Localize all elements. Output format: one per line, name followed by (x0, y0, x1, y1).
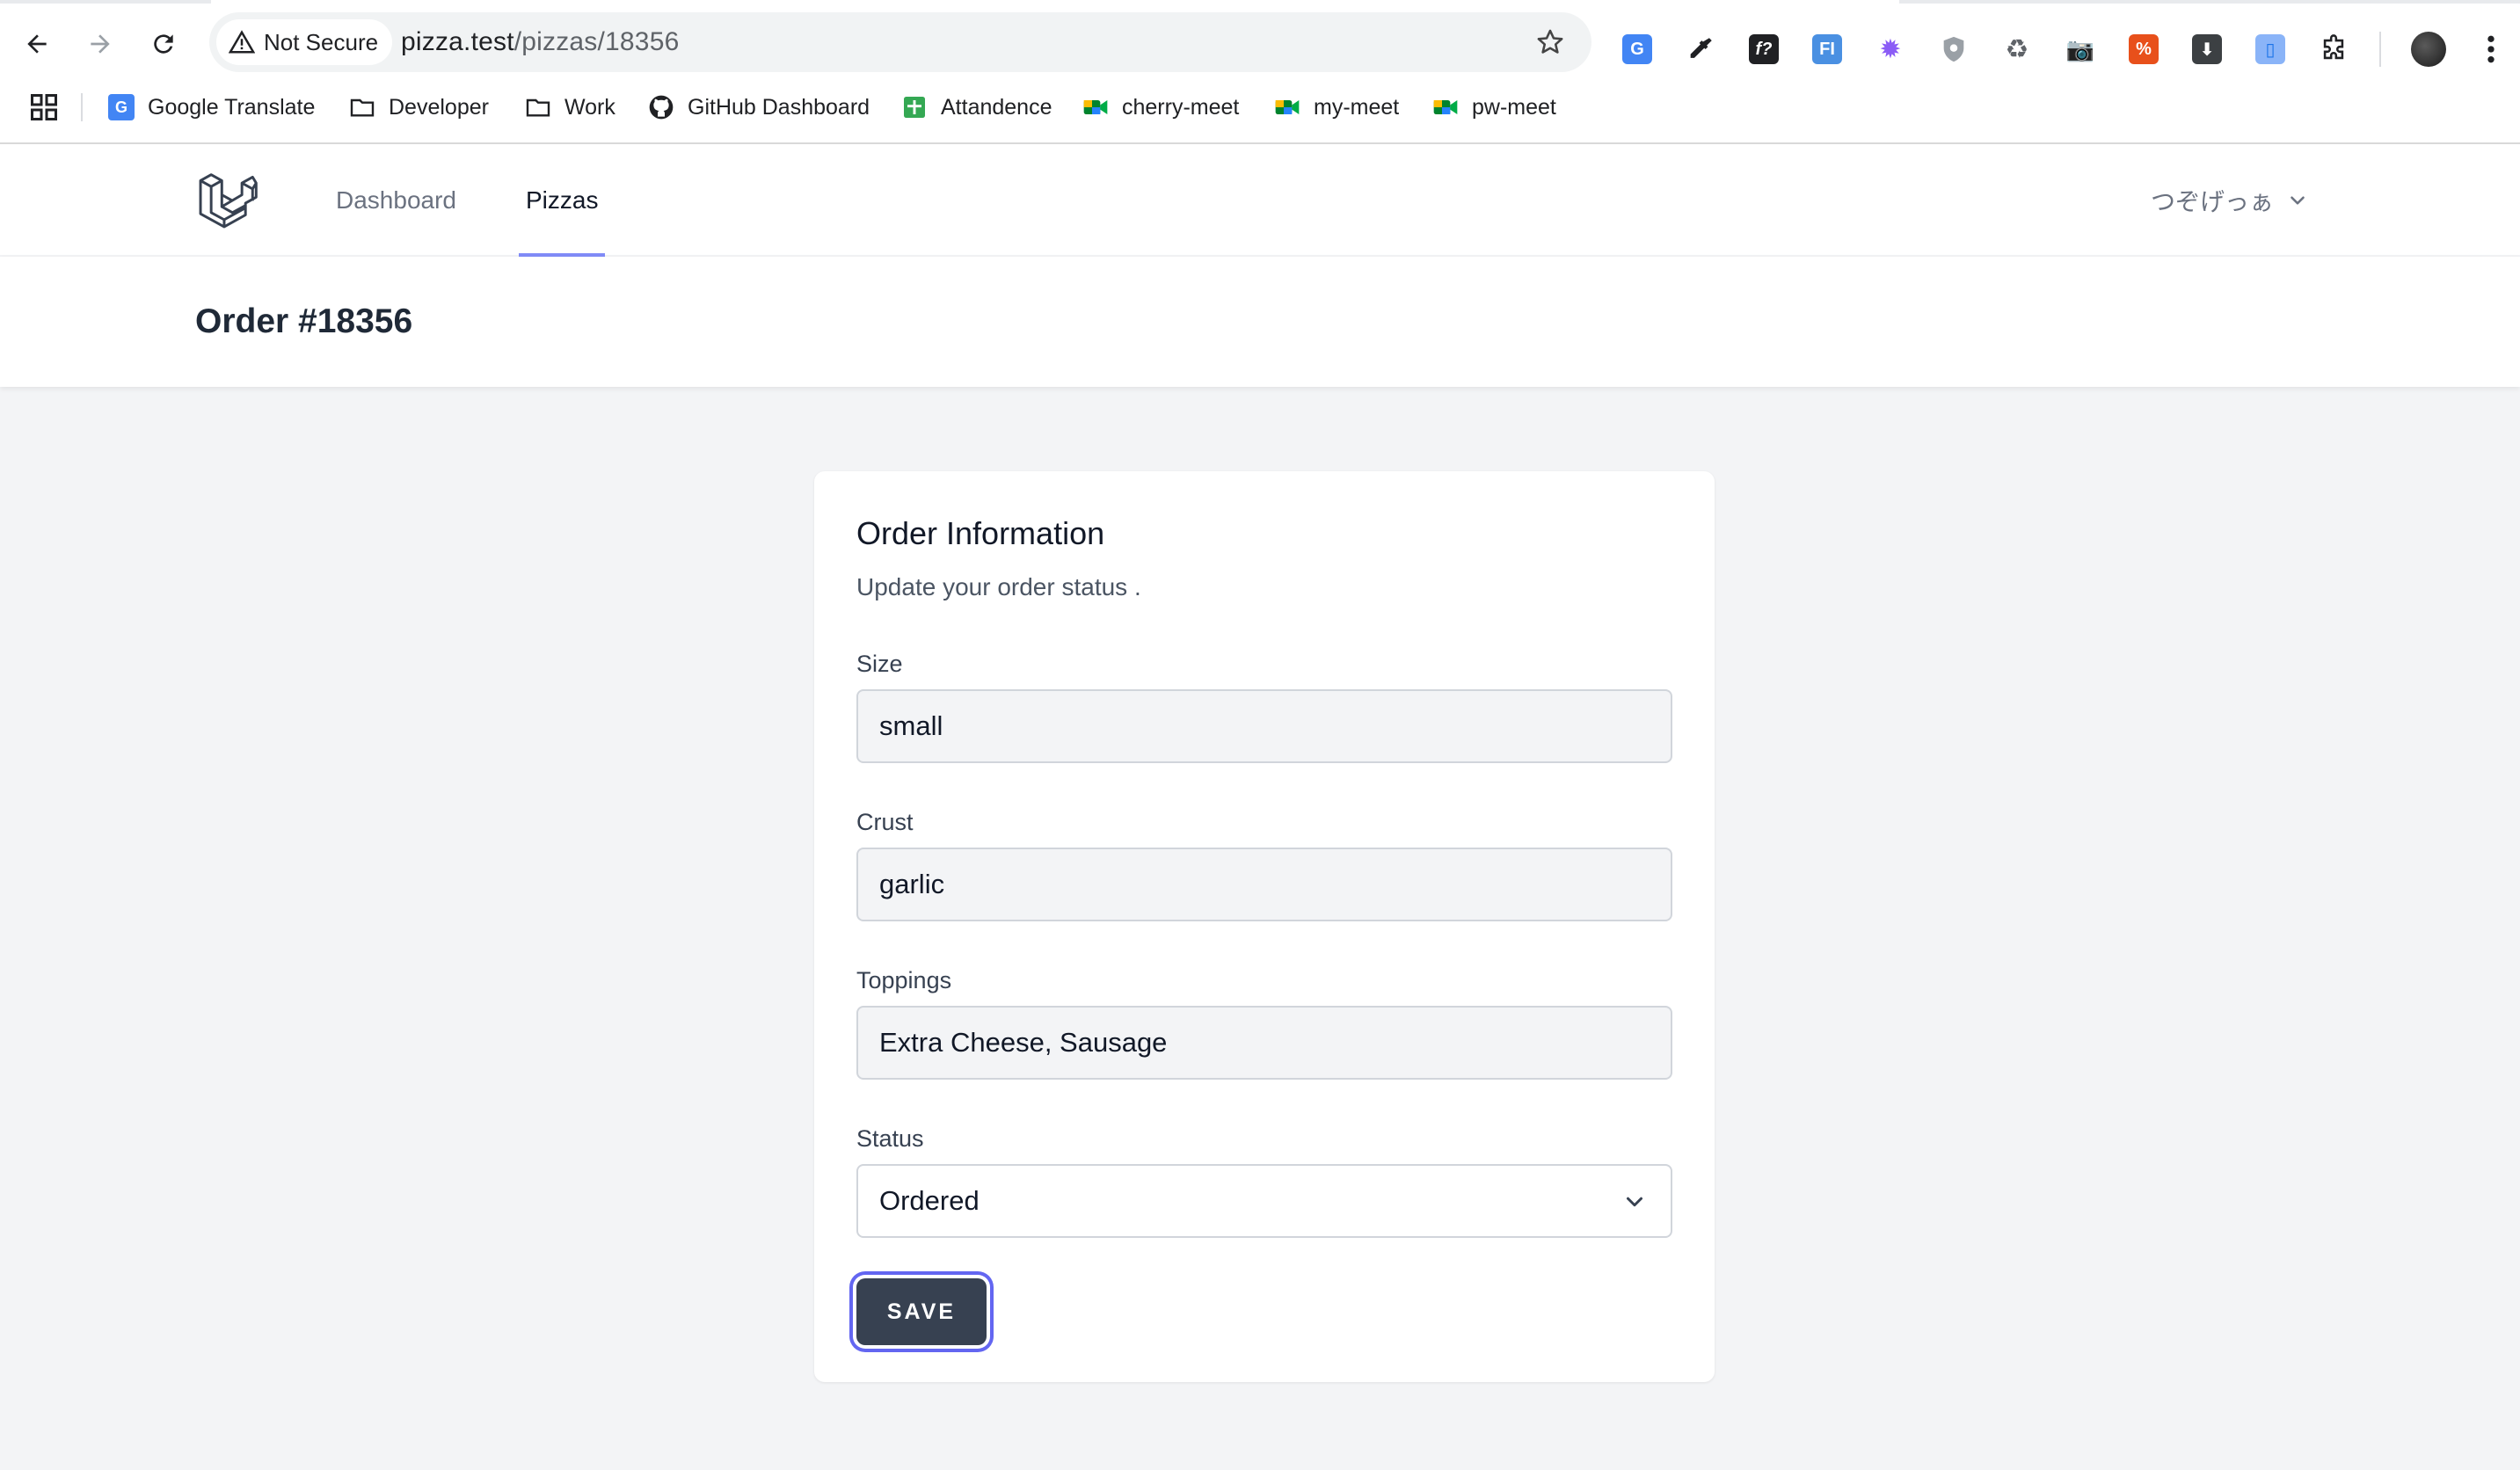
laravel-logo-icon[interactable] (197, 169, 259, 230)
reload-button[interactable] (144, 25, 183, 63)
shield-extension-icon[interactable] (1936, 32, 1971, 67)
security-chip[interactable]: Not Secure (216, 19, 393, 65)
chevron-down-icon (1627, 1197, 1642, 1207)
url-path: /pizzas/18356 (513, 27, 680, 56)
order-form-card: Order Information Update your order stat… (814, 471, 1715, 1382)
save-button[interactable]: SAVE (856, 1278, 987, 1345)
bookmark-label: Attandence (941, 94, 1052, 120)
bookmark-pw-meet[interactable]: pw-meet (1431, 84, 1556, 130)
recycle-extension-icon[interactable]: ♻ (1999, 32, 2035, 67)
bookmark-label: Google Translate (148, 94, 316, 120)
chevron-down-icon (2291, 196, 2305, 205)
bookmarks-bar: G Google Translate Developer Work GitHub… (0, 84, 2520, 130)
size-label: Size (856, 651, 903, 677)
security-label: Not Secure (264, 28, 379, 55)
warning-triangle-icon (229, 30, 255, 54)
nav-pizzas[interactable]: Pizzas (519, 144, 606, 257)
bookmark-label: my-meet (1314, 94, 1400, 120)
tab-strip (0, 0, 2520, 4)
bookmark-label: Work (564, 94, 615, 120)
browser-toolbar: Not Secure pizza.test/pizzas/18356 G f? … (0, 7, 2520, 77)
reload-icon (154, 34, 173, 54)
save-button-label: SAVE (886, 1299, 957, 1324)
eyedropper-extension-icon[interactable] (1683, 32, 1718, 67)
toppings-field[interactable] (856, 1006, 1672, 1080)
status-label: Status (856, 1125, 924, 1152)
page-header: Order #18356 (0, 257, 2520, 387)
status-selected-value: Ordered (879, 1185, 980, 1216)
user-dropdown[interactable]: つぞげっぁ (2151, 144, 2309, 257)
address-bar[interactable]: Not Secure pizza.test/pizzas/18356 (209, 12, 1591, 72)
bookmark-my-meet[interactable]: my-meet (1273, 84, 1399, 130)
bookmark-work[interactable]: Work (524, 84, 615, 130)
form-subtitle: Update your order status . (856, 573, 1141, 600)
kebab-menu-icon[interactable] (2478, 32, 2504, 67)
phone-extension-icon[interactable]: ▯ (2253, 32, 2288, 67)
nav-dashboard-label: Dashboard (336, 186, 456, 214)
back-button[interactable] (18, 25, 56, 63)
google-meet-icon (1273, 93, 1301, 121)
toolbar-separator (2379, 32, 2381, 67)
google-meet-icon (1082, 93, 1110, 121)
apps-grid-icon[interactable] (28, 91, 60, 123)
bookmark-star-icon[interactable] (1535, 27, 1565, 57)
forward-button[interactable] (81, 25, 120, 63)
folder-icon (524, 93, 552, 121)
toppings-label: Toppings (856, 967, 952, 993)
page-title: Order #18356 (195, 302, 413, 340)
camera-extension-icon[interactable]: 📷 (2063, 32, 2098, 67)
bookmarks-separator (81, 93, 83, 121)
bookmark-attandence[interactable]: Attandence (900, 84, 1052, 130)
bookmark-label: cherry-meet (1122, 94, 1240, 120)
crust-label: Crust (856, 809, 914, 835)
form-title: Order Information (856, 515, 1105, 551)
back-arrow-icon (27, 34, 47, 54)
status-select[interactable]: Ordered (856, 1164, 1672, 1238)
crust-field[interactable] (856, 848, 1672, 921)
app-navbar: Dashboard Pizzas つぞげっぁ (0, 144, 2520, 257)
size-field[interactable] (856, 689, 1672, 763)
puzzle-extensions-icon[interactable] (2316, 32, 2351, 67)
google-meet-icon (1431, 93, 1460, 121)
download-extension-icon[interactable]: ⬇ (2189, 32, 2225, 67)
google-translate-icon: G (107, 93, 135, 121)
fi-extension-icon[interactable]: FI (1810, 32, 1845, 67)
browser-chrome: Not Secure pizza.test/pizzas/18356 G f? … (0, 0, 2520, 144)
bookmark-label: pw-meet (1472, 94, 1556, 120)
sheets-icon (900, 93, 929, 121)
translate-extension-icon[interactable]: G (1620, 32, 1655, 67)
profile-avatar[interactable] (2411, 32, 2446, 67)
github-icon (647, 93, 675, 121)
bookmark-label: GitHub Dashboard (688, 94, 870, 120)
formula-extension-icon[interactable]: f? (1746, 32, 1781, 67)
folder-icon (348, 93, 376, 121)
bookmark-cherry-meet[interactable]: cherry-meet (1082, 84, 1239, 130)
gear-extension-icon[interactable]: ✹ (1873, 32, 1908, 67)
forward-arrow-icon (91, 34, 110, 54)
bookmark-google-translate[interactable]: G Google Translate (107, 84, 315, 130)
url-text[interactable]: pizza.test/pizzas/18356 (401, 12, 679, 72)
percent-extension-icon[interactable]: % (2126, 32, 2161, 67)
bookmark-github-dashboard[interactable]: GitHub Dashboard (647, 84, 870, 130)
bookmark-label: Developer (389, 94, 489, 120)
nav-dashboard[interactable]: Dashboard (336, 144, 456, 257)
user-name: つぞげっぁ (2151, 188, 2275, 215)
url-host: pizza.test (401, 27, 514, 56)
nav-pizzas-label: Pizzas (526, 186, 599, 214)
bookmark-developer[interactable]: Developer (348, 84, 489, 130)
